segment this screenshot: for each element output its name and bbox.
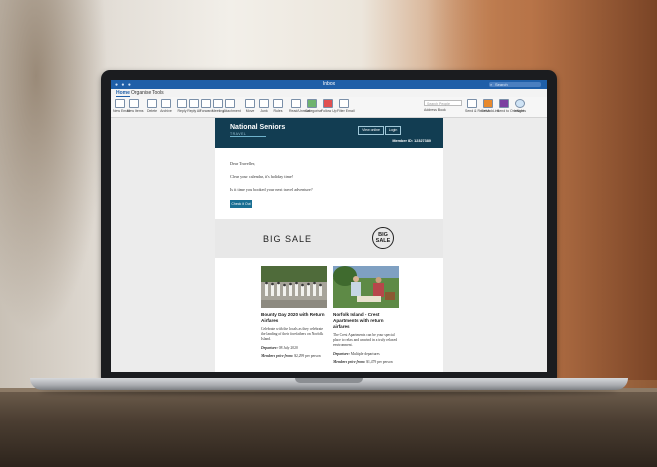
login-button[interactable]: Login [385, 126, 401, 135]
search-people-input[interactable]: Search People [424, 100, 462, 106]
follow-up-button[interactable]: Follow Up [321, 99, 337, 113]
tab-organise[interactable]: Organise [131, 90, 151, 96]
intro-line-2: Is it time you booked your next travel a… [230, 187, 313, 192]
intro-line-1: Clear your calendar, it's holiday time! [230, 174, 294, 179]
offer-description: The Crest Apartments can be your special… [333, 333, 398, 348]
new-items-button[interactable]: New Items [127, 99, 144, 113]
title-search-box[interactable]: ⌕ Search [489, 82, 541, 87]
member-id: Member ID: 12327380 [392, 139, 431, 143]
reading-pane-margin-left [111, 118, 215, 372]
attachment-button[interactable]: Attachment [223, 99, 241, 113]
junk-icon [259, 99, 269, 108]
offer-description: Celebrate with the locals as they celebr… [261, 327, 324, 342]
onenote-icon [499, 99, 509, 108]
categorise-button[interactable]: Categorise [305, 99, 322, 113]
brand-logo: National Seniors [230, 124, 286, 131]
insights-button[interactable]: Insights [513, 99, 527, 113]
send-receive-icon [467, 99, 477, 108]
laptop-notch [295, 378, 363, 383]
couple-picnic-image [333, 266, 399, 308]
delete-button[interactable]: Delete [145, 99, 159, 113]
meeting-icon [213, 99, 223, 108]
big-sale-badge-icon: BIG SALE [372, 227, 394, 249]
big-sale-banner: BIG SALE BIG SALE [215, 219, 443, 258]
rules-button[interactable]: Rules [271, 99, 285, 113]
email-header: National Seniors TRAVEL View online Logi… [215, 118, 443, 148]
onenote-button[interactable]: Send to OneNote [497, 99, 524, 113]
insights-icon [515, 99, 525, 108]
email-body: National Seniors TRAVEL View online Logi… [215, 118, 443, 372]
ribbon-toolbar: New Email New Items Delete Archive Reply… [111, 97, 547, 118]
new-items-icon [129, 99, 139, 108]
brand-underline [230, 136, 266, 137]
view-online-button[interactable]: View online [358, 126, 384, 135]
forward-icon [201, 99, 211, 108]
offer-departure: Departure: 08 July 2020 [261, 345, 298, 350]
norfolk-island-photo [333, 266, 399, 308]
reading-pane-margin-right [443, 118, 547, 372]
reply-icon [177, 99, 187, 108]
window-title: Inbox [322, 81, 336, 87]
address-book-button[interactable]: Address Book [424, 108, 446, 112]
title-search-placeholder: Search [495, 82, 508, 87]
search-icon: ⌕ [490, 82, 493, 87]
junk-button[interactable]: Junk [257, 99, 271, 113]
reply-all-icon [189, 99, 199, 108]
archive-icon [161, 99, 171, 108]
offer-title[interactable]: Bounty Day 2020 with Return Airfares [261, 312, 327, 324]
offer-card-bounty-day[interactable]: Bounty Day 2020 with Return Airfares Cel… [261, 266, 327, 359]
offer-departure: Departure: Multiple departures [333, 351, 380, 356]
ribbon-tabs: Home Organise Tools [111, 89, 547, 97]
filter-icon [339, 99, 349, 108]
envelope-icon [291, 99, 301, 108]
outlook-titlebar: ● ● ● Inbox ⌕ Search [111, 80, 547, 89]
read-unread-button[interactable]: Read/Unread [289, 99, 310, 113]
tab-home[interactable]: Home [116, 90, 130, 97]
archive-button[interactable]: Archive [159, 99, 173, 113]
offer-price: Members price from: $1,479 per person [333, 359, 393, 364]
offer-title[interactable]: Norfolk Island - Crest Apartments with r… [333, 312, 399, 330]
new-email-icon [115, 99, 125, 108]
laptop-screen: ● ● ● Inbox ⌕ Search Home Organise Tools… [111, 80, 547, 372]
check-it-out-button[interactable]: Check it Out [230, 200, 252, 208]
tab-tools[interactable]: Tools [152, 90, 164, 96]
filter-email-button[interactable]: Filter Email [337, 99, 355, 113]
trash-icon [147, 99, 157, 108]
attachment-icon [225, 99, 235, 108]
send-receive-button[interactable]: Send & Receive [465, 99, 490, 113]
categorise-icon [307, 99, 317, 108]
bounty-day-photo [261, 266, 327, 308]
addins-icon [483, 99, 493, 108]
offer-card-norfolk-island[interactable]: Norfolk Island - Crest Apartments with r… [333, 266, 399, 365]
move-button[interactable]: Move [243, 99, 257, 113]
sale-heading: BIG SALE [263, 234, 313, 244]
wooden-table [0, 392, 657, 467]
new-email-button[interactable]: New Email [113, 99, 130, 113]
offer-price: Members price from: $2,299 per person [261, 353, 321, 358]
get-addins-button[interactable]: Get Add-ins [481, 99, 499, 113]
rules-icon [273, 99, 283, 108]
greeting: Dear Traveller, [230, 161, 256, 166]
move-icon [245, 99, 255, 108]
flag-icon [323, 99, 333, 108]
parade-image [261, 266, 327, 308]
